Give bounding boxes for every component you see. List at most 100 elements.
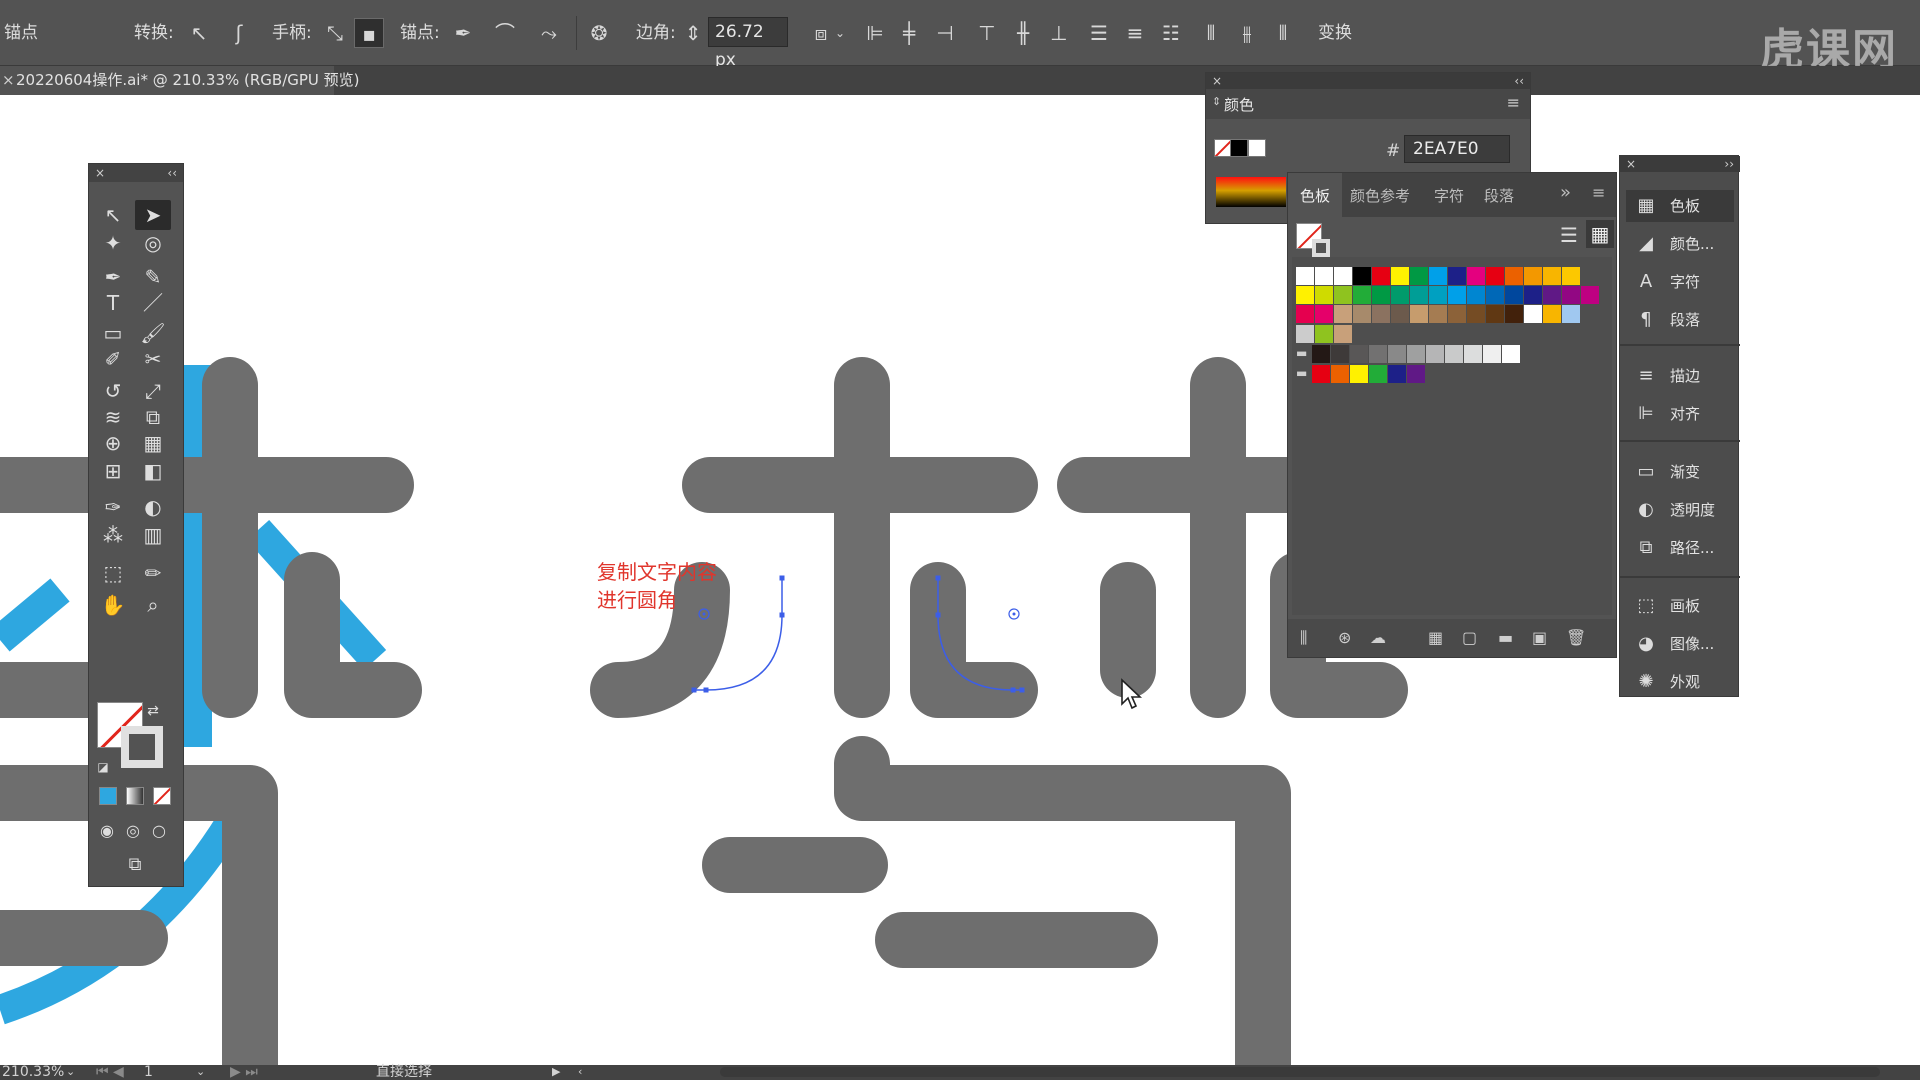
convert-smooth-icon[interactable]: ʃ — [224, 18, 254, 48]
swatch[interactable] — [1312, 365, 1330, 383]
swatch[interactable] — [1543, 267, 1561, 285]
artboard-tool-icon[interactable]: ⬚ — [95, 558, 131, 588]
stroke-swatch[interactable] — [121, 726, 163, 768]
swatch[interactable] — [1372, 286, 1390, 304]
dock-item-gradient[interactable]: ▭ 渐变 — [1626, 456, 1734, 488]
dock-item-align[interactable]: ⊫ 对齐 — [1626, 398, 1734, 430]
swatch[interactable] — [1296, 267, 1314, 285]
stroke-mini-icon[interactable] — [1312, 239, 1330, 257]
swatch[interactable] — [1429, 305, 1447, 323]
distribute-bottom-icon[interactable]: ☷ — [1156, 18, 1186, 48]
color-mode-icon[interactable] — [99, 787, 117, 805]
swatch[interactable] — [1296, 325, 1314, 343]
shape-builder-tool-icon[interactable]: ⊕ — [95, 428, 131, 458]
dock-item-pathfinder[interactable]: ⧉ 路径... — [1626, 532, 1734, 564]
swatch[interactable] — [1464, 345, 1482, 363]
swatch[interactable] — [1334, 286, 1352, 304]
distribute-left-icon[interactable]: ⫴ — [1196, 18, 1226, 48]
zoom-tool-icon[interactable]: ⌕ — [135, 590, 171, 620]
swatch[interactable] — [1410, 305, 1428, 323]
color-panel-header[interactable]: × ‹‹ — [1206, 73, 1530, 89]
swatch[interactable] — [1543, 286, 1561, 304]
swatch[interactable] — [1467, 286, 1485, 304]
swatch[interactable] — [1331, 365, 1349, 383]
chevron-down-icon[interactable]: ⌄ — [196, 1063, 205, 1080]
swatch[interactable] — [1372, 305, 1390, 323]
grid-view-icon[interactable]: ▦ — [1586, 220, 1614, 248]
draw-inside-icon[interactable]: ○ — [141, 816, 177, 846]
close-icon[interactable]: × — [95, 164, 105, 182]
close-icon[interactable]: × — [1626, 156, 1636, 172]
black-swatch[interactable] — [1230, 139, 1248, 157]
convert-corner-icon[interactable]: ↖ — [184, 18, 214, 48]
cloud-icon[interactable]: ☁ — [1370, 628, 1386, 647]
swatch[interactable] — [1467, 267, 1485, 285]
swatch[interactable] — [1407, 345, 1425, 363]
symbol-sprayer-tool-icon[interactable]: ⁂ — [95, 520, 131, 550]
slice-tool-icon[interactable]: ✏ — [135, 558, 171, 588]
swatch[interactable] — [1562, 286, 1580, 304]
library-icon[interactable]: ⫼ — [1300, 628, 1307, 648]
distribute-right-icon[interactable]: ⫴ — [1268, 18, 1298, 48]
swatch[interactable] — [1502, 345, 1520, 363]
new-group-icon[interactable]: ▬ — [1498, 628, 1513, 647]
tab-swatches[interactable]: 色板 — [1300, 185, 1330, 206]
anchor-point[interactable] — [779, 612, 785, 618]
swatch[interactable] — [1543, 305, 1561, 323]
line-segment-tool-icon[interactable]: ／ — [135, 288, 171, 318]
swatch[interactable] — [1448, 305, 1466, 323]
swatch[interactable] — [1426, 345, 1444, 363]
swap-icon[interactable]: ⇄ — [143, 696, 163, 726]
swatch[interactable] — [1429, 267, 1447, 285]
swatch[interactable] — [1581, 286, 1599, 304]
first-artboard-icon[interactable]: ⏮ ◀ — [96, 1063, 124, 1080]
stepper-icon[interactable]: ⇕ — [1212, 95, 1221, 108]
swatch[interactable] — [1467, 305, 1485, 323]
swatch[interactable] — [1445, 345, 1463, 363]
distribute-top-icon[interactable]: ☰ — [1084, 18, 1114, 48]
gradient-mode-icon[interactable] — [126, 787, 144, 805]
scroll-left-icon[interactable]: ‹ — [578, 1063, 582, 1080]
swatch[interactable] — [1505, 305, 1523, 323]
swatch[interactable] — [1331, 345, 1349, 363]
swatch[interactable] — [1407, 365, 1425, 383]
collapse-icon[interactable]: ‹‹ — [1514, 73, 1524, 89]
align-right-icon[interactable]: ⊣ — [930, 18, 960, 48]
perspective-grid-tool-icon[interactable]: ▦ — [135, 428, 171, 458]
swatch[interactable] — [1334, 267, 1352, 285]
anchor-point[interactable] — [1019, 687, 1025, 693]
scissors-tool-icon[interactable]: ✂ — [135, 344, 171, 374]
anchor-point[interactable] — [935, 575, 941, 581]
document-tab[interactable]: × 20220604操作.ai* @ 210.33% (RGB/GPU 预览) — [0, 66, 360, 95]
distribute-center-icon[interactable]: ≡ — [1120, 18, 1150, 48]
dock-item-stroke[interactable]: ≡ 描边 — [1626, 360, 1734, 392]
white-swatch[interactable] — [1248, 139, 1266, 157]
shaper-tool-icon[interactable]: ✐ — [95, 344, 131, 374]
dock-item-appearance[interactable]: ✺ 外观 — [1626, 666, 1734, 698]
swatch[interactable] — [1524, 267, 1542, 285]
align-top-icon[interactable]: ⊤ — [972, 18, 1002, 48]
horizontal-scrollbar[interactable] — [720, 1067, 1880, 1077]
delete-icon[interactable]: 🗑 — [1566, 628, 1586, 647]
color-spectrum[interactable] — [1216, 177, 1286, 207]
lasso-tool-icon[interactable]: ◎ — [135, 228, 171, 258]
swatch[interactable] — [1353, 267, 1371, 285]
hex-input[interactable]: 2EA7E0 — [1404, 135, 1510, 163]
swatch[interactable] — [1350, 365, 1368, 383]
panel-menu-icon[interactable]: ≡ — [1507, 93, 1520, 112]
anchor-point[interactable] — [703, 687, 709, 693]
swatch[interactable] — [1410, 267, 1428, 285]
swatch[interactable] — [1315, 286, 1333, 304]
corner-radius-input[interactable]: 26.72 px — [708, 17, 788, 70]
dock-item-character[interactable]: A 字符 — [1626, 266, 1734, 298]
anchor-point[interactable] — [1010, 687, 1016, 693]
remove-anchor-icon[interactable]: ✒ — [448, 18, 478, 48]
swatch[interactable] — [1334, 305, 1352, 323]
color-panel-title[interactable]: 颜色 — [1224, 94, 1254, 115]
swatch[interactable] — [1486, 267, 1504, 285]
tools-panel-header[interactable]: × ‹‹ — [89, 164, 183, 182]
swatch-kind-icon[interactable]: ⊛ — [1338, 628, 1351, 647]
corner-stepper-icon[interactable]: ⇕ — [682, 18, 704, 48]
tabs-overflow-icon[interactable]: » — [1560, 182, 1571, 203]
swatch[interactable] — [1562, 267, 1580, 285]
